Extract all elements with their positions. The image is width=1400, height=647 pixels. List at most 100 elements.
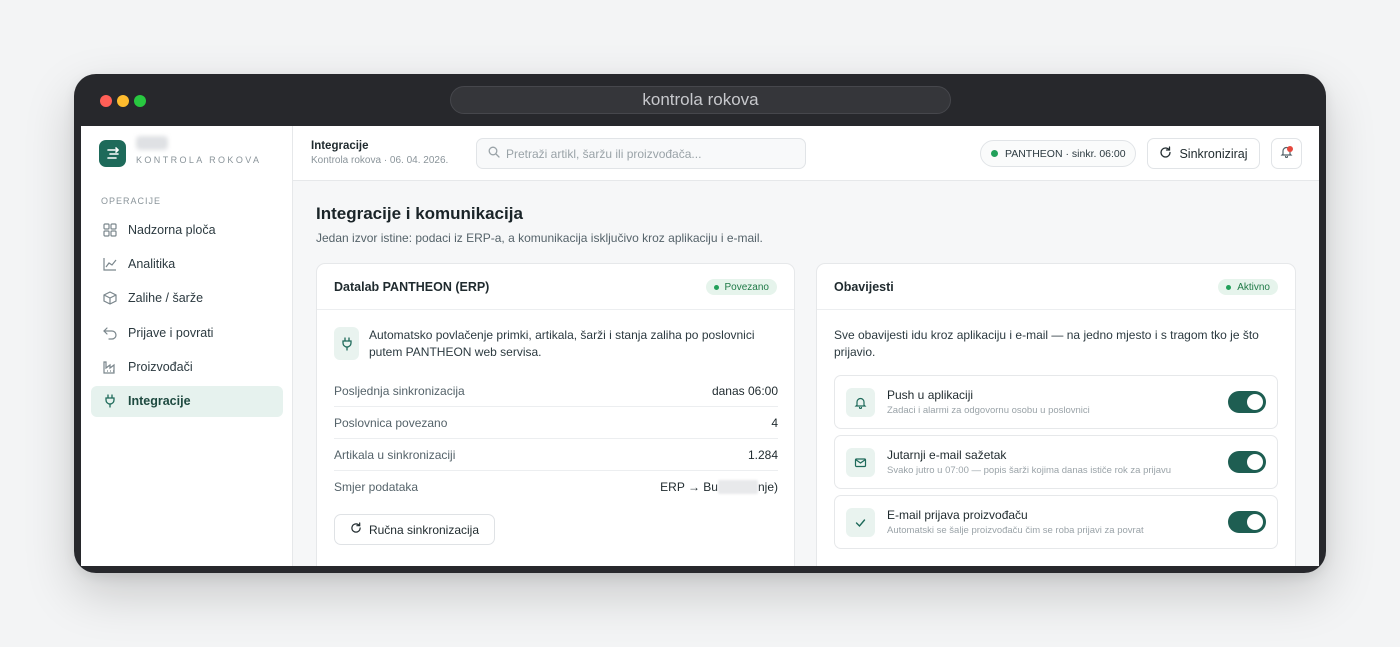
sidebar-item-integracije[interactable]: Integracije <box>91 385 283 417</box>
page-title: Integracije i komunikacija <box>316 204 523 223</box>
detail-key: Poslovnica povezano <box>334 415 448 430</box>
erp-status-text: PANTHEON · sinkr. 06:00 <box>1005 147 1126 160</box>
brand-name: •••• <box>136 136 168 150</box>
email-producer-toggle[interactable] <box>1228 511 1266 533</box>
toggle-knob <box>1247 394 1263 410</box>
dashboard-icon <box>102 222 117 237</box>
status-dot <box>1226 284 1232 290</box>
brand-subtitle: KONTROLA ROKOVA <box>136 155 262 165</box>
page-header-title: Integracije <box>311 140 369 152</box>
channel-email-digest: Jutarnji e-mail sažetak Svako jutro u 07… <box>834 435 1278 489</box>
detail-row-articles: Artikala u sinkronizaciji 1.284 <box>334 439 778 471</box>
address-bar[interactable]: kontrola rokova <box>450 86 951 114</box>
sidebar-item-label: Zalihe / šarže <box>128 291 204 306</box>
email-digest-toggle[interactable] <box>1228 451 1266 473</box>
redacted-text <box>717 480 758 495</box>
bell-icon <box>846 387 875 417</box>
sidebar-item-nadzorna-ploca[interactable]: Nadzorna ploča <box>91 214 283 245</box>
plug-icon <box>334 327 359 360</box>
app-logo[interactable] <box>99 140 126 167</box>
nav-section-label: OPERACIJE <box>101 196 162 206</box>
search-icon <box>488 145 500 163</box>
channel-push: Push u aplikaciji Zadaci i alarmi za odg… <box>834 375 1278 429</box>
check-icon <box>846 507 875 537</box>
refresh-icon <box>1159 145 1172 162</box>
chart-line-icon <box>102 256 117 271</box>
page-subtitle: Jedan izvor istine: podaci iz ERP-a, a k… <box>316 231 763 245</box>
detail-value: 1.284 <box>747 447 778 462</box>
factory-icon <box>102 360 117 375</box>
toggle-knob <box>1247 514 1263 530</box>
manual-sync-label: Ručna sinkronizacija <box>368 522 480 537</box>
maximize-window-button[interactable] <box>134 95 146 107</box>
direction-value-end: nje) <box>757 479 778 494</box>
notifications-card-header: Obavijesti Aktivno <box>817 264 1295 310</box>
status-dot <box>713 284 719 290</box>
sidebar-item-zalihe-sarze[interactable]: Zalihe / šarže <box>91 283 283 314</box>
sidebar-item-label: Integracije <box>128 394 191 409</box>
browser-window: kontrola rokova •••• KONTROLA ROKOVA OPE… <box>74 74 1326 573</box>
direction-value-start: ERP → Bu <box>660 479 718 494</box>
sidebar-item-prijave-i-povrati[interactable]: Prijave i povrati <box>91 317 283 348</box>
search-input[interactable] <box>506 146 796 161</box>
erp-details: Posljednja sinkronizacija danas 06:00 Po… <box>334 375 778 503</box>
toggle-knob <box>1247 454 1263 470</box>
erp-description-text: Automatsko povlačenje primki, artikala, … <box>369 328 755 359</box>
refresh-icon <box>350 522 362 537</box>
channel-title: Push u aplikaciji <box>887 388 974 402</box>
mail-icon <box>846 447 875 477</box>
detail-row-last-sync: Posljednja sinkronizacija danas 06:00 <box>334 375 778 407</box>
sidebar-item-analitika[interactable]: Analitika <box>91 248 283 279</box>
sidebar-item-label: Prijave i povrati <box>128 325 214 340</box>
search-box[interactable] <box>476 138 806 169</box>
channel-title: E-mail prijava proizvođaču <box>887 508 1028 522</box>
box-icon <box>102 291 117 306</box>
plug-icon <box>102 394 117 409</box>
notifications-description: Sve obavijesti idu kroz aplikaciju i e-m… <box>834 328 1259 359</box>
sidebar-item-proizvodaci[interactable]: Proizvođači <box>91 352 283 383</box>
detail-value: danas 06:00 <box>711 383 778 398</box>
erp-card-title: Datalab PANTHEON (ERP) <box>334 279 490 294</box>
sidebar: •••• KONTROLA ROKOVA OPERACIJE Nadzorna … <box>81 126 293 566</box>
erp-status-badge: PANTHEON · sinkr. 06:00 <box>980 140 1136 167</box>
notifications-status-pill: Aktivno <box>1218 279 1278 295</box>
detail-row-branches: Poslovnica povezano 4 <box>334 407 778 439</box>
channel-subtitle: Automatski se šalje proizvođaču čim se r… <box>887 525 1144 536</box>
notifications-card: Obavijesti Aktivno Sve obavijesti idu kr… <box>816 263 1296 566</box>
sidebar-item-label: Proizvođači <box>128 360 193 375</box>
top-bar: Integracije Kontrola rokova · 06. 04. 20… <box>293 126 1319 181</box>
detail-row-direction: Smjer podataka ERP → Bu nje) <box>334 471 778 503</box>
manual-sync-button[interactable]: Ručna sinkronizacija <box>334 514 495 545</box>
channel-title: Jutarnji e-mail sažetak <box>887 448 1007 462</box>
notifications-button[interactable] <box>1271 138 1302 169</box>
detail-key: Smjer podataka <box>334 480 419 494</box>
detail-value: ERP → Bu nje) <box>660 480 778 495</box>
push-toggle[interactable] <box>1228 391 1266 413</box>
notification-channels: Push u aplikaciji Zadaci i alarmi za odg… <box>834 375 1278 555</box>
notifications-status-label: Aktivno <box>1237 281 1270 293</box>
minimize-window-button[interactable] <box>117 95 129 107</box>
detail-value: 4 <box>771 415 778 430</box>
sync-button[interactable]: Sinkroniziraj <box>1147 138 1260 169</box>
erp-card: Datalab PANTHEON (ERP) Povezano Automats… <box>316 263 795 566</box>
notification-badge <box>1287 146 1293 152</box>
erp-card-header: Datalab PANTHEON (ERP) Povezano <box>317 264 794 310</box>
channel-email-producer: E-mail prijava proizvođaču Automatski se… <box>834 495 1278 549</box>
erp-status-label: Povezano <box>724 281 769 293</box>
status-dot <box>991 150 998 157</box>
sidebar-item-label: Analitika <box>128 256 176 271</box>
erp-description: Automatsko povlačenje primki, artikala, … <box>334 327 774 361</box>
channel-subtitle: Svako jutro u 07:00 — popis šarži kojima… <box>887 465 1172 476</box>
breadcrumb: Kontrola rokova · 06. 04. 2026. <box>311 155 449 166</box>
title-bar: kontrola rokova <box>74 74 1326 126</box>
erp-status-pill: Povezano <box>705 279 777 295</box>
app: •••• KONTROLA ROKOVA OPERACIJE Nadzorna … <box>81 126 1319 566</box>
notifications-card-title: Obavijesti <box>834 279 894 294</box>
close-window-button[interactable] <box>100 95 112 107</box>
sync-button-label: Sinkroniziraj <box>1179 146 1248 161</box>
return-icon <box>102 325 117 340</box>
sidebar-item-label: Nadzorna ploča <box>128 222 216 237</box>
channel-subtitle: Zadaci i alarmi za odgovornu osobu u pos… <box>887 405 1090 416</box>
detail-key: Posljednja sinkronizacija <box>334 383 465 398</box>
sidebar-nav: Nadzorna ploča Analitika Zalihe / šarže <box>91 214 283 420</box>
